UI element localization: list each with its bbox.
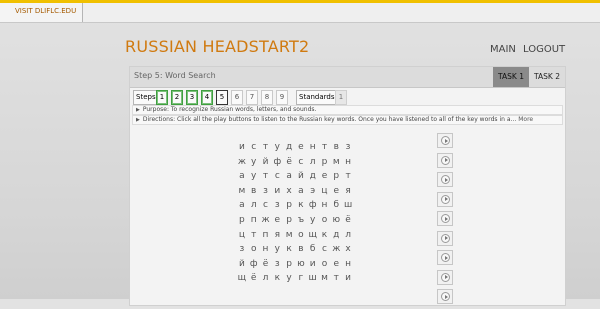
play-icon	[441, 155, 450, 165]
triangle-right-icon: ▶	[136, 117, 140, 123]
play-icon	[441, 175, 450, 184]
play-button[interactable]	[437, 133, 453, 148]
logout-link[interactable]: LOGOUT	[523, 44, 565, 55]
play-button[interactable]	[437, 250, 453, 265]
grid-letter[interactable]: ш	[307, 273, 319, 283]
step-button-6[interactable]: 6	[231, 90, 243, 105]
step-button-8[interactable]: 8	[261, 90, 273, 105]
word-search-grid: истудентвзжуйфёслрмнаутсайдертмвзихаэцея…	[236, 134, 354, 283]
play-button[interactable]	[437, 172, 453, 187]
triangle-right-icon: ▶	[136, 107, 140, 113]
grid-row: щёлкугшмти	[236, 265, 354, 283]
grid-row: цтпямощкдл	[236, 222, 354, 240]
grid-letter[interactable]: к	[271, 273, 283, 283]
play-icon	[441, 253, 450, 262]
steps-label: Steps	[133, 90, 159, 105]
play-icon	[441, 136, 450, 145]
purpose-line[interactable]: ▶ Purpose: To recognize Russian words, le…	[132, 105, 563, 115]
more-link[interactable]: More	[518, 116, 533, 123]
grid-row: аутсайдерт	[236, 163, 354, 181]
grid-row: йфёзрюиоен	[236, 251, 354, 269]
tab-task-1[interactable]: TASK 1	[493, 67, 529, 87]
grid-letter[interactable]: л	[260, 273, 272, 283]
play-button[interactable]	[437, 152, 453, 168]
top-bar: VISIT DLIFLC.EDU	[0, 0, 600, 23]
step-title: Step 5: Word Search	[134, 71, 216, 80]
play-button[interactable]	[437, 269, 453, 285]
step-button-2[interactable]: 2	[171, 90, 183, 105]
standards-button[interactable]: Standards	[296, 90, 338, 105]
play-button[interactable]	[437, 211, 453, 226]
directions-text: Directions: Click all the play buttons t…	[142, 116, 517, 123]
play-icon	[441, 233, 450, 243]
grid-letter[interactable]: г	[295, 273, 307, 283]
grid-letter[interactable]: у	[283, 273, 295, 283]
step-header: Step 5: Word Search TASK 1 TASK 2	[130, 67, 565, 88]
play-button-column	[437, 133, 453, 309]
play-icon	[441, 214, 450, 223]
grid-letter[interactable]: т	[330, 273, 342, 283]
grid-row: истудентвз	[236, 134, 354, 152]
grid-row: жуйфёслрмн	[236, 149, 354, 167]
site-title: RUSSIAN HEADSTART2	[125, 37, 310, 56]
play-button[interactable]	[437, 191, 453, 207]
main-link[interactable]: MAIN	[490, 44, 516, 55]
purpose-text: Purpose: To recognize Russian words, let…	[142, 106, 317, 113]
visit-dliflc-link[interactable]: VISIT DLIFLC.EDU	[0, 3, 84, 22]
grid-letter[interactable]: ё	[248, 273, 260, 283]
grid-letter[interactable]: щ	[236, 273, 248, 283]
grid-row: алсзркфнбш	[236, 192, 354, 210]
grid-letter[interactable]: и	[342, 273, 354, 283]
step-button-7[interactable]: 7	[246, 90, 258, 105]
grid-row: зонуквбсжх	[236, 236, 354, 254]
play-button[interactable]	[437, 289, 453, 304]
step-button-4[interactable]: 4	[201, 90, 213, 105]
play-icon	[441, 292, 450, 301]
standards-count: 1	[335, 90, 347, 105]
step-button-1[interactable]: 1	[156, 90, 168, 105]
play-icon	[441, 272, 450, 282]
directions-line[interactable]: ▶ Directions: Click all the play buttons …	[132, 115, 563, 125]
step-button-3[interactable]: 3	[186, 90, 198, 105]
grid-row: мвзихаэцея	[236, 178, 354, 196]
grid-row: рпжеръуоюё	[236, 207, 354, 225]
grid-letter[interactable]: м	[319, 273, 331, 283]
play-icon	[441, 194, 450, 204]
step-button-5[interactable]: 5	[216, 90, 228, 105]
tab-task-2[interactable]: TASK 2	[529, 67, 565, 87]
step-button-9[interactable]: 9	[276, 90, 288, 105]
activity-panel: Step 5: Word Search TASK 1 TASK 2 Steps …	[129, 66, 566, 306]
play-button[interactable]	[437, 230, 453, 246]
